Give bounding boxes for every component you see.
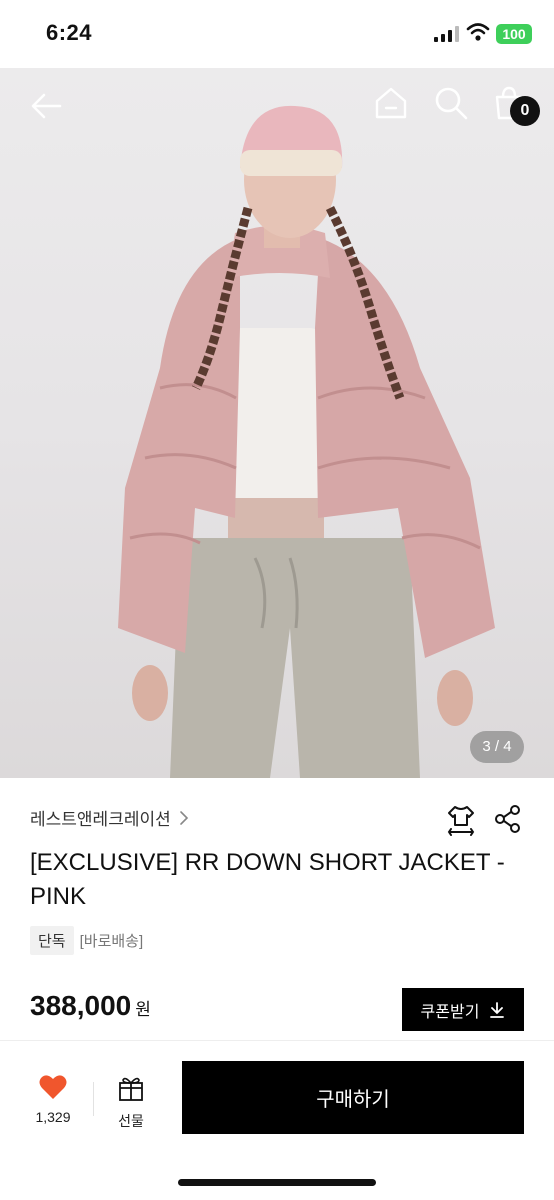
brand-name: 레스트앤레크레이션 [30, 810, 171, 829]
heart-icon [39, 1075, 67, 1099]
download-icon [490, 1001, 505, 1018]
size-guide-icon[interactable] [446, 804, 476, 836]
wifi-icon [466, 23, 490, 41]
brand-link[interactable]: 레스트앤레크레이션 [30, 805, 189, 830]
buy-label: 구매하기 [316, 1089, 390, 1111]
status-bar: 6:24 100 [0, 0, 554, 68]
like-count: 1,329 [35, 1109, 71, 1125]
battery-indicator: 100 [496, 24, 532, 44]
chevron-right-icon [179, 810, 188, 825]
like-button[interactable]: 1,329 [28, 1074, 78, 1125]
product-title: [EXCLUSIVE] RR DOWN SHORT JACKET - PINK [30, 849, 505, 910]
product-photo [118, 105, 495, 778]
product-price: 388,000 [30, 990, 132, 1021]
status-time: 6:24 [46, 20, 93, 45]
share-icon[interactable] [494, 804, 522, 834]
product-image-gallery[interactable]: 0 3 / 4 [0, 68, 554, 778]
exclusive-badge: 단독 [30, 926, 74, 955]
home-icon[interactable] [372, 84, 410, 122]
coupon-label: 쿠폰받기 [420, 1003, 480, 1021]
image-pager: 3 / 4 [470, 731, 524, 763]
gift-button[interactable]: 선물 [106, 1074, 156, 1131]
back-arrow-icon[interactable] [26, 86, 66, 126]
signal-icon [434, 26, 459, 42]
currency-label: 원 [135, 1000, 151, 1019]
search-icon[interactable] [432, 84, 470, 122]
delivery-badge: [바로배송] [79, 933, 144, 950]
price-row: 388,000 원 [30, 990, 151, 1022]
coupon-button[interactable]: 쿠폰받기 [402, 988, 524, 1031]
cart-badge: 0 [510, 96, 540, 126]
bottom-divider [0, 1040, 554, 1041]
gift-label: 선물 [118, 1113, 144, 1129]
home-indicator [178, 1179, 376, 1186]
buy-button[interactable]: 구매하기 [182, 1061, 524, 1134]
product-tags: 단독 [바로배송] [30, 926, 143, 955]
gift-icon [119, 1077, 143, 1101]
bottom-separator [93, 1082, 94, 1116]
